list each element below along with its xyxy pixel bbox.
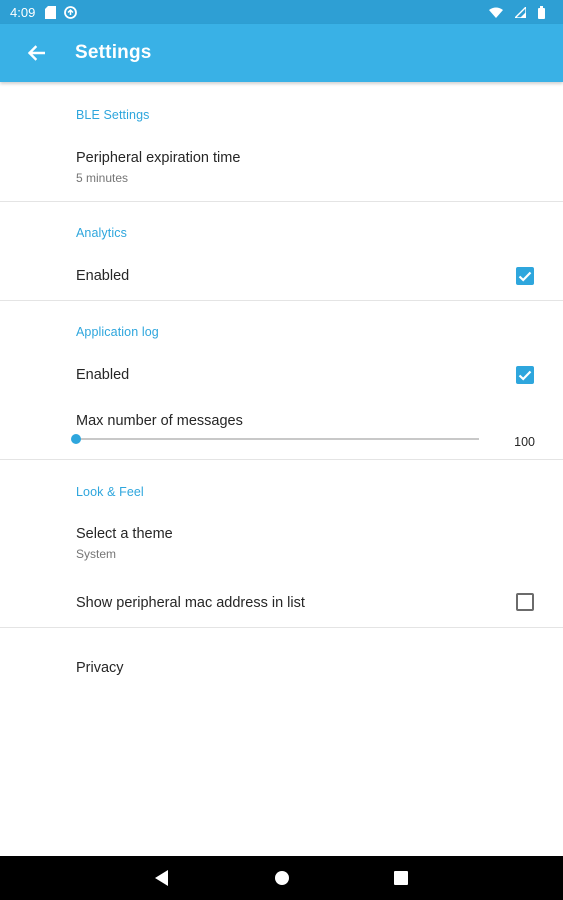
wifi-icon (489, 7, 503, 18)
back-triangle-icon[interactable] (142, 856, 182, 900)
pref-analytics-enabled-title: Enabled (76, 268, 130, 284)
pref-expiration-summary: 5 minutes (76, 171, 129, 185)
max-messages-slider[interactable] (76, 438, 479, 440)
category-look-feel: Look & Feel (76, 485, 144, 499)
back-arrow-icon[interactable] (21, 38, 51, 68)
page-title: Settings (75, 42, 152, 63)
app-bar: Settings (0, 24, 563, 82)
pref-peripheral-expiration[interactable] (0, 138, 563, 200)
pref-log-enabled-title: Enabled (76, 367, 130, 383)
max-messages-value: 100 (514, 435, 535, 449)
status-bar: 4:09 (0, 0, 563, 24)
log-enabled-checkbox[interactable] (516, 366, 534, 384)
signal-icon (515, 6, 526, 18)
divider (0, 201, 563, 202)
sync-icon (64, 5, 78, 19)
pref-privacy-title: Privacy (76, 660, 124, 676)
pref-expiration-title: Peripheral expiration time (76, 150, 241, 166)
home-circle-icon[interactable] (262, 856, 302, 900)
pref-select-theme[interactable] (0, 514, 563, 572)
category-application-log: Application log (76, 325, 159, 339)
divider (0, 300, 563, 301)
pref-theme-title: Select a theme (76, 526, 173, 542)
checkmark-icon (518, 370, 532, 381)
divider (0, 627, 563, 628)
pref-theme-summary: System (76, 547, 117, 561)
status-time: 4:09 (10, 4, 36, 20)
analytics-enabled-checkbox[interactable] (516, 267, 534, 285)
divider (0, 459, 563, 460)
category-analytics: Analytics (76, 226, 127, 240)
pref-show-mac-title: Show peripheral mac address in list (76, 595, 305, 611)
recents-square-icon[interactable] (381, 856, 421, 900)
sd-card-icon (45, 5, 57, 19)
pref-max-messages-title: Max number of messages (76, 413, 243, 429)
navigation-bar (0, 856, 563, 900)
checkmark-icon (518, 271, 532, 282)
category-ble-settings: BLE Settings (76, 108, 150, 122)
show-mac-checkbox[interactable] (516, 593, 534, 611)
battery-icon (538, 5, 545, 19)
slider-thumb[interactable] (71, 434, 81, 444)
